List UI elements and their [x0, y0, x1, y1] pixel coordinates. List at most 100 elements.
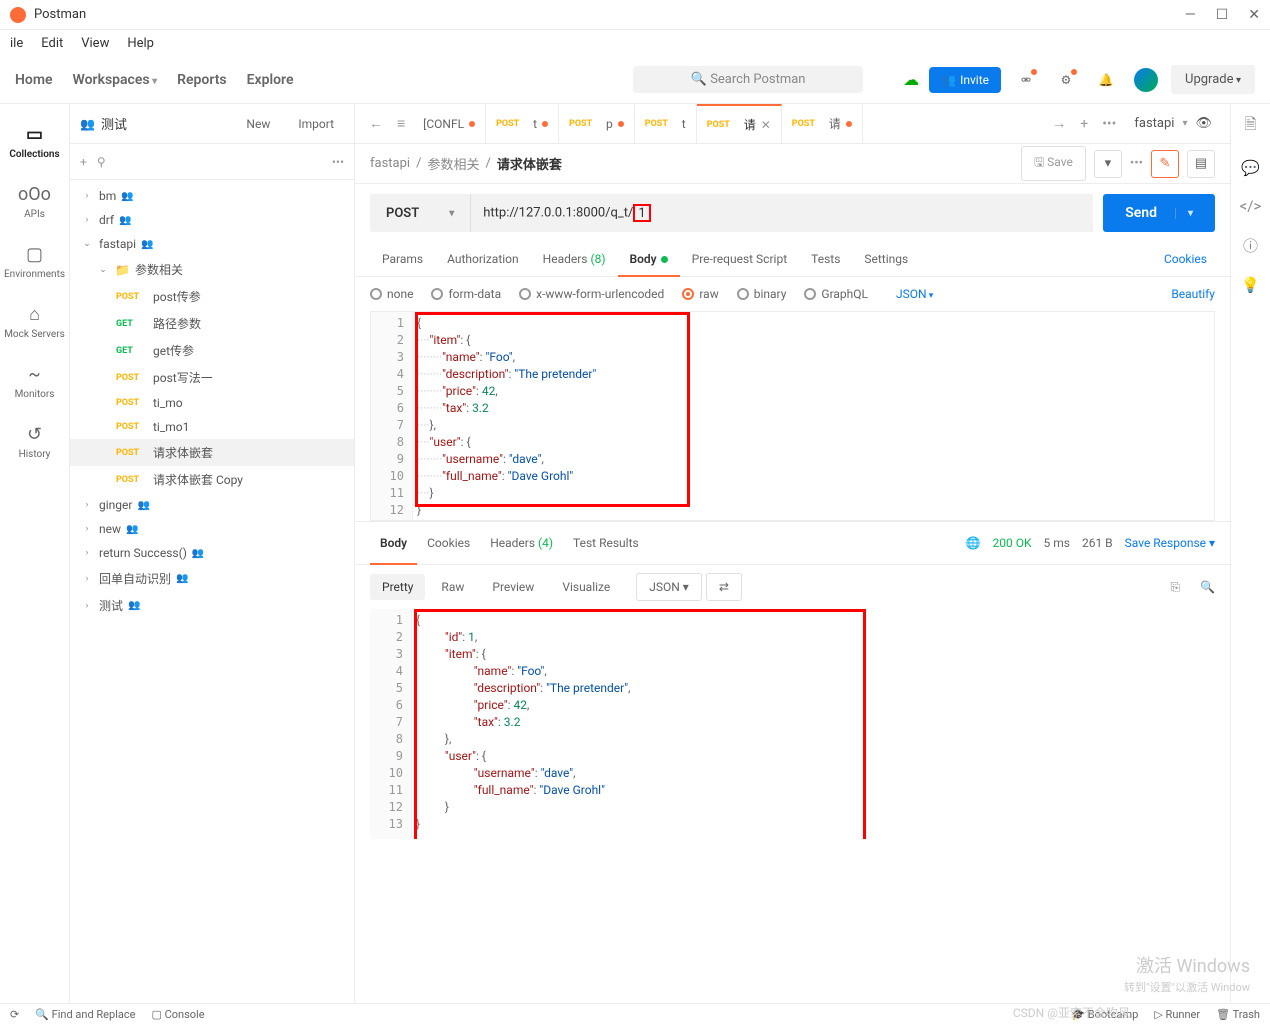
- invite-button[interactable]: 👥 Invite: [929, 67, 1001, 93]
- wrap-icon[interactable]: ⇄: [706, 573, 742, 601]
- tree-item[interactable]: POSTti_mo: [70, 391, 354, 415]
- tree-item[interactable]: ›测试👥: [70, 592, 354, 619]
- tab-list-icon[interactable]: ≡: [391, 111, 411, 136]
- tree-item[interactable]: ›return Success()👥: [70, 541, 354, 565]
- workspace-name[interactable]: 测试: [101, 114, 127, 133]
- tab-params[interactable]: Params: [370, 242, 435, 276]
- maximize-icon[interactable]: ☐: [1216, 7, 1229, 23]
- radio-graphql[interactable]: GraphQL: [804, 287, 868, 301]
- env-chevron-icon[interactable]: ▾: [1182, 118, 1187, 129]
- sb-runner[interactable]: ▷ Runner: [1154, 1008, 1200, 1021]
- rail-mock servers[interactable]: ⌂Mock Servers: [0, 292, 69, 352]
- resp-tab-body[interactable]: Body: [370, 532, 417, 554]
- minimize-icon[interactable]: —: [1185, 7, 1196, 23]
- tree-item[interactable]: ›drf👥: [70, 208, 354, 232]
- tab-body[interactable]: Body: [618, 242, 680, 276]
- info-icon[interactable]: ⓘ: [1243, 235, 1258, 256]
- crumb-2[interactable]: 参数相关: [427, 154, 479, 173]
- docs-icon[interactable]: 🗎: [1244, 114, 1256, 139]
- avatar[interactable]: [1131, 65, 1161, 95]
- send-button[interactable]: Send: [1103, 194, 1215, 232]
- radio-xwww[interactable]: x-www-form-urlencoded: [519, 287, 664, 301]
- sb-console[interactable]: ▢ Console: [151, 1008, 204, 1021]
- view-raw[interactable]: Raw: [429, 574, 476, 600]
- tab-back-icon[interactable]: ←: [363, 111, 389, 136]
- tab-tests[interactable]: Tests: [799, 242, 852, 276]
- save-button[interactable]: 🖫 Save: [1021, 146, 1086, 181]
- resp-tab-cookies[interactable]: Cookies: [417, 532, 480, 554]
- request-tab[interactable]: POSTt: [486, 104, 559, 144]
- nav-explore[interactable]: Explore: [247, 72, 294, 88]
- tree-item[interactable]: GET路径参数: [70, 310, 354, 337]
- cookies-link[interactable]: Cookies: [1156, 242, 1215, 276]
- tab-prerequest[interactable]: Pre-request Script: [680, 242, 799, 276]
- request-tab[interactable]: POST请✕: [697, 104, 782, 144]
- menu-file[interactable]: ile: [10, 36, 23, 51]
- tree-item[interactable]: GETget传参: [70, 337, 354, 364]
- tree-item[interactable]: POST请求体嵌套 Copy: [70, 466, 354, 493]
- sb-trash[interactable]: 🗑 Trash: [1216, 1008, 1260, 1021]
- resp-format-select[interactable]: JSON ▾: [636, 573, 702, 601]
- more-icon[interactable]: •••: [332, 155, 344, 169]
- tree-item[interactable]: POSTti_mo1: [70, 415, 354, 439]
- tree-item[interactable]: POSTpost传参: [70, 283, 354, 310]
- filter-icon[interactable]: ⚲: [97, 155, 106, 169]
- tree-item[interactable]: POSTpost写法一: [70, 364, 354, 391]
- hint-icon[interactable]: 💡: [1241, 276, 1260, 294]
- edit-icon[interactable]: ✎: [1151, 150, 1179, 178]
- sync-icon[interactable]: ☁: [903, 70, 919, 89]
- sb-find[interactable]: 🔍 Find and Replace: [35, 1008, 135, 1021]
- crumb-1[interactable]: fastapi: [370, 156, 410, 171]
- tree-item[interactable]: ›new👥: [70, 517, 354, 541]
- rail-environments[interactable]: ▢Environments: [0, 232, 69, 292]
- tree-item[interactable]: ⌄fastapi👥: [70, 232, 354, 256]
- resp-tab-tests[interactable]: Test Results: [563, 532, 649, 554]
- settings-icon[interactable]: ⚙: [1051, 65, 1081, 95]
- rail-apis[interactable]: oOoAPIs: [0, 172, 69, 232]
- request-tab[interactable]: [CONFL: [413, 104, 486, 144]
- tab-settings[interactable]: Settings: [852, 242, 920, 276]
- nav-workspaces[interactable]: Workspaces: [73, 72, 158, 88]
- request-tab[interactable]: POSTt: [635, 104, 697, 144]
- response-body-viewer[interactable]: 12345678910111213 { "id": 1, "item": { "…: [370, 609, 1215, 839]
- menu-edit[interactable]: Edit: [41, 36, 63, 51]
- tree-item[interactable]: ⌄📁参数相关: [70, 256, 354, 283]
- view-preview[interactable]: Preview: [480, 574, 546, 600]
- capture-icon[interactable]: ⚮: [1011, 65, 1041, 95]
- method-select[interactable]: POST: [370, 194, 470, 232]
- tab-more-icon[interactable]: •••: [1096, 112, 1122, 136]
- radio-binary[interactable]: binary: [737, 287, 787, 301]
- tab-add-icon[interactable]: +: [1074, 112, 1094, 136]
- request-tab[interactable]: POSTp: [559, 104, 635, 144]
- tree-item[interactable]: ›bm👥: [70, 184, 354, 208]
- new-button[interactable]: New: [236, 112, 280, 136]
- radio-formdata[interactable]: form-data: [431, 287, 501, 301]
- tree-item[interactable]: ›ginger👥: [70, 493, 354, 517]
- tab-authorization[interactable]: Authorization: [435, 242, 531, 276]
- format-select[interactable]: JSON: [896, 287, 933, 301]
- save-response[interactable]: Save Response ▾: [1125, 536, 1215, 550]
- tab-headers[interactable]: Headers (8): [531, 242, 618, 276]
- env-eye-icon[interactable]: 👁: [1195, 116, 1212, 131]
- rail-history[interactable]: ↺History: [0, 412, 69, 472]
- view-visualize[interactable]: Visualize: [550, 574, 622, 600]
- code-icon[interactable]: </>: [1240, 197, 1262, 215]
- globe-icon[interactable]: 🌐: [966, 536, 981, 550]
- url-input[interactable]: http://127.0.0.1:8000/q_t/1: [470, 194, 1093, 232]
- rail-collections[interactable]: ▭Collections: [0, 112, 69, 172]
- import-button[interactable]: Import: [288, 112, 344, 136]
- copy-icon[interactable]: ⎘: [1170, 580, 1180, 595]
- comments-icon[interactable]: 💬: [1241, 159, 1260, 177]
- add-icon[interactable]: +: [80, 155, 87, 169]
- beautify-link[interactable]: Beautify: [1171, 287, 1215, 301]
- tab-forward-icon[interactable]: →: [1046, 111, 1072, 136]
- menu-help[interactable]: Help: [127, 36, 154, 51]
- notifications-icon[interactable]: 🔔: [1091, 65, 1121, 95]
- upgrade-button[interactable]: Upgrade: [1171, 65, 1255, 94]
- comment-icon[interactable]: ▤: [1187, 150, 1215, 178]
- sb-sync-icon[interactable]: ⟳: [10, 1008, 19, 1021]
- search-input[interactable]: 🔍 Search Postman: [633, 66, 863, 93]
- nav-reports[interactable]: Reports: [177, 72, 227, 88]
- request-body-editor[interactable]: 123456789101112 { ····"item": { ········…: [370, 311, 1215, 521]
- save-dropdown-icon[interactable]: ▾: [1094, 150, 1122, 178]
